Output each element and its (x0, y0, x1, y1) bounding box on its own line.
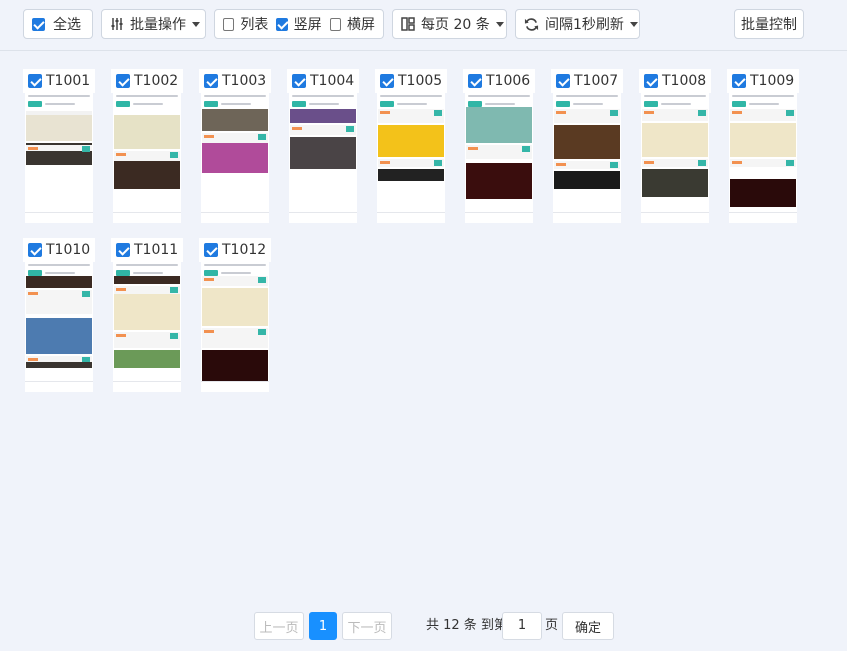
confirm-goto-button[interactable]: 确定 (562, 612, 614, 640)
chevron-down-icon (629, 21, 638, 27)
device-screen-thumbnail[interactable] (113, 93, 181, 223)
device-card-header: T1008 (639, 69, 711, 93)
batch-operations-dropdown[interactable]: 批量操作 (101, 9, 206, 39)
goto-page-input[interactable]: 1 (502, 612, 542, 640)
device-card-header: T1005 (375, 69, 447, 93)
device-card[interactable]: T1002 (111, 69, 183, 223)
device-id-label: T1004 (310, 73, 355, 89)
page-size-dropdown[interactable]: 每页 20 条 (392, 9, 507, 39)
device-card[interactable]: T1001 (23, 69, 95, 223)
device-card-header: T1004 (287, 69, 359, 93)
total-count-text: 共 12 条 到第 (426, 618, 507, 633)
device-id-label: T1012 (222, 242, 267, 258)
device-select-checkbox[interactable] (468, 74, 482, 88)
device-card[interactable]: T1012 (199, 238, 271, 392)
select-all-label: 全选 (53, 17, 81, 33)
list-view-checkbox[interactable] (223, 17, 235, 31)
layout-icon (401, 17, 415, 31)
device-card-header: T1012 (199, 238, 271, 262)
device-card[interactable]: T1009 (727, 69, 799, 223)
device-card-header: T1009 (727, 69, 799, 93)
device-screen-thumbnail[interactable] (201, 262, 269, 392)
device-screen-thumbnail[interactable] (25, 262, 93, 392)
device-card[interactable]: T1005 (375, 69, 447, 223)
device-select-checkbox[interactable] (556, 74, 570, 88)
device-card-header: T1007 (551, 69, 623, 93)
device-screen-thumbnail[interactable] (377, 93, 445, 223)
portrait-view-label[interactable]: 竖屏 (294, 14, 322, 34)
landscape-view-checkbox[interactable] (329, 17, 341, 31)
device-id-label: T1009 (750, 73, 795, 89)
device-select-checkbox[interactable] (116, 74, 130, 88)
refresh-icon (524, 17, 539, 32)
refresh-interval-dropdown[interactable]: 间隔1秒刷新 (515, 9, 640, 39)
device-card-header: T1003 (199, 69, 271, 93)
toolbar: 全选 批量操作 列表 竖屏 横屏 每页 20 条 间隔1秒刷新 批量控制 (0, 0, 847, 51)
batch-operations-label: 批量操作 (130, 17, 186, 33)
device-card[interactable]: T1008 (639, 69, 711, 223)
chevron-down-icon (495, 21, 504, 27)
device-card-header: T1002 (111, 69, 183, 93)
device-card[interactable]: T1007 (551, 69, 623, 223)
device-select-checkbox[interactable] (292, 74, 306, 88)
device-card-header: T1011 (111, 238, 183, 262)
batch-control-label: 批量控制 (741, 17, 797, 33)
page-suffix-text: 页 (545, 618, 559, 633)
device-screen-thumbnail[interactable] (289, 93, 357, 223)
device-select-checkbox[interactable] (28, 74, 42, 88)
device-id-label: T1006 (486, 73, 531, 89)
device-id-label: T1008 (662, 73, 707, 89)
device-screen-thumbnail[interactable] (25, 93, 93, 223)
device-select-checkbox[interactable] (644, 74, 658, 88)
device-screen-thumbnail[interactable] (553, 93, 621, 223)
refresh-interval-label: 间隔1秒刷新 (545, 17, 624, 33)
device-card[interactable]: T1011 (111, 238, 183, 392)
device-select-checkbox[interactable] (28, 243, 42, 257)
device-select-checkbox[interactable] (116, 243, 130, 257)
device-card[interactable]: T1006 (463, 69, 535, 223)
next-page-button[interactable]: 下一页 (342, 612, 392, 640)
sliders-icon (110, 17, 124, 31)
device-select-checkbox[interactable] (732, 74, 746, 88)
device-screen-thumbnail[interactable] (641, 93, 709, 223)
device-card[interactable]: T1004 (287, 69, 359, 223)
device-screen-thumbnail[interactable] (729, 93, 797, 223)
portrait-view-checkbox[interactable] (276, 17, 288, 31)
device-card[interactable]: T1003 (199, 69, 271, 223)
device-screen-thumbnail[interactable] (465, 93, 533, 223)
view-mode-group: 列表 竖屏 横屏 (214, 9, 384, 39)
device-card-header: T1010 (23, 238, 95, 262)
prev-page-button[interactable]: 上一页 (254, 612, 304, 640)
device-id-label: T1005 (398, 73, 443, 89)
device-select-checkbox[interactable] (380, 74, 394, 88)
device-id-label: T1002 (134, 73, 179, 89)
chevron-down-icon (192, 21, 200, 27)
device-id-label: T1011 (134, 242, 179, 258)
landscape-view-label[interactable]: 横屏 (347, 14, 375, 34)
device-select-checkbox[interactable] (204, 74, 218, 88)
device-id-label: T1001 (46, 73, 91, 89)
page-1-button[interactable]: 1 (309, 612, 337, 640)
device-card[interactable]: T1010 (23, 238, 95, 392)
device-card-header: T1001 (23, 69, 95, 93)
device-select-checkbox[interactable] (204, 243, 218, 257)
select-all-checkbox[interactable] (32, 17, 45, 31)
batch-control-button[interactable]: 批量控制 (734, 9, 804, 39)
device-card-header: T1006 (463, 69, 535, 93)
page-size-label: 每页 20 条 (421, 17, 490, 33)
device-id-label: T1007 (574, 73, 619, 89)
device-id-label: T1010 (46, 242, 91, 258)
select-all-button[interactable]: 全选 (23, 9, 93, 39)
list-view-label[interactable]: 列表 (240, 14, 268, 34)
device-screen-thumbnail[interactable] (113, 262, 181, 392)
device-screen-thumbnail[interactable] (201, 93, 269, 223)
device-id-label: T1003 (222, 73, 267, 89)
